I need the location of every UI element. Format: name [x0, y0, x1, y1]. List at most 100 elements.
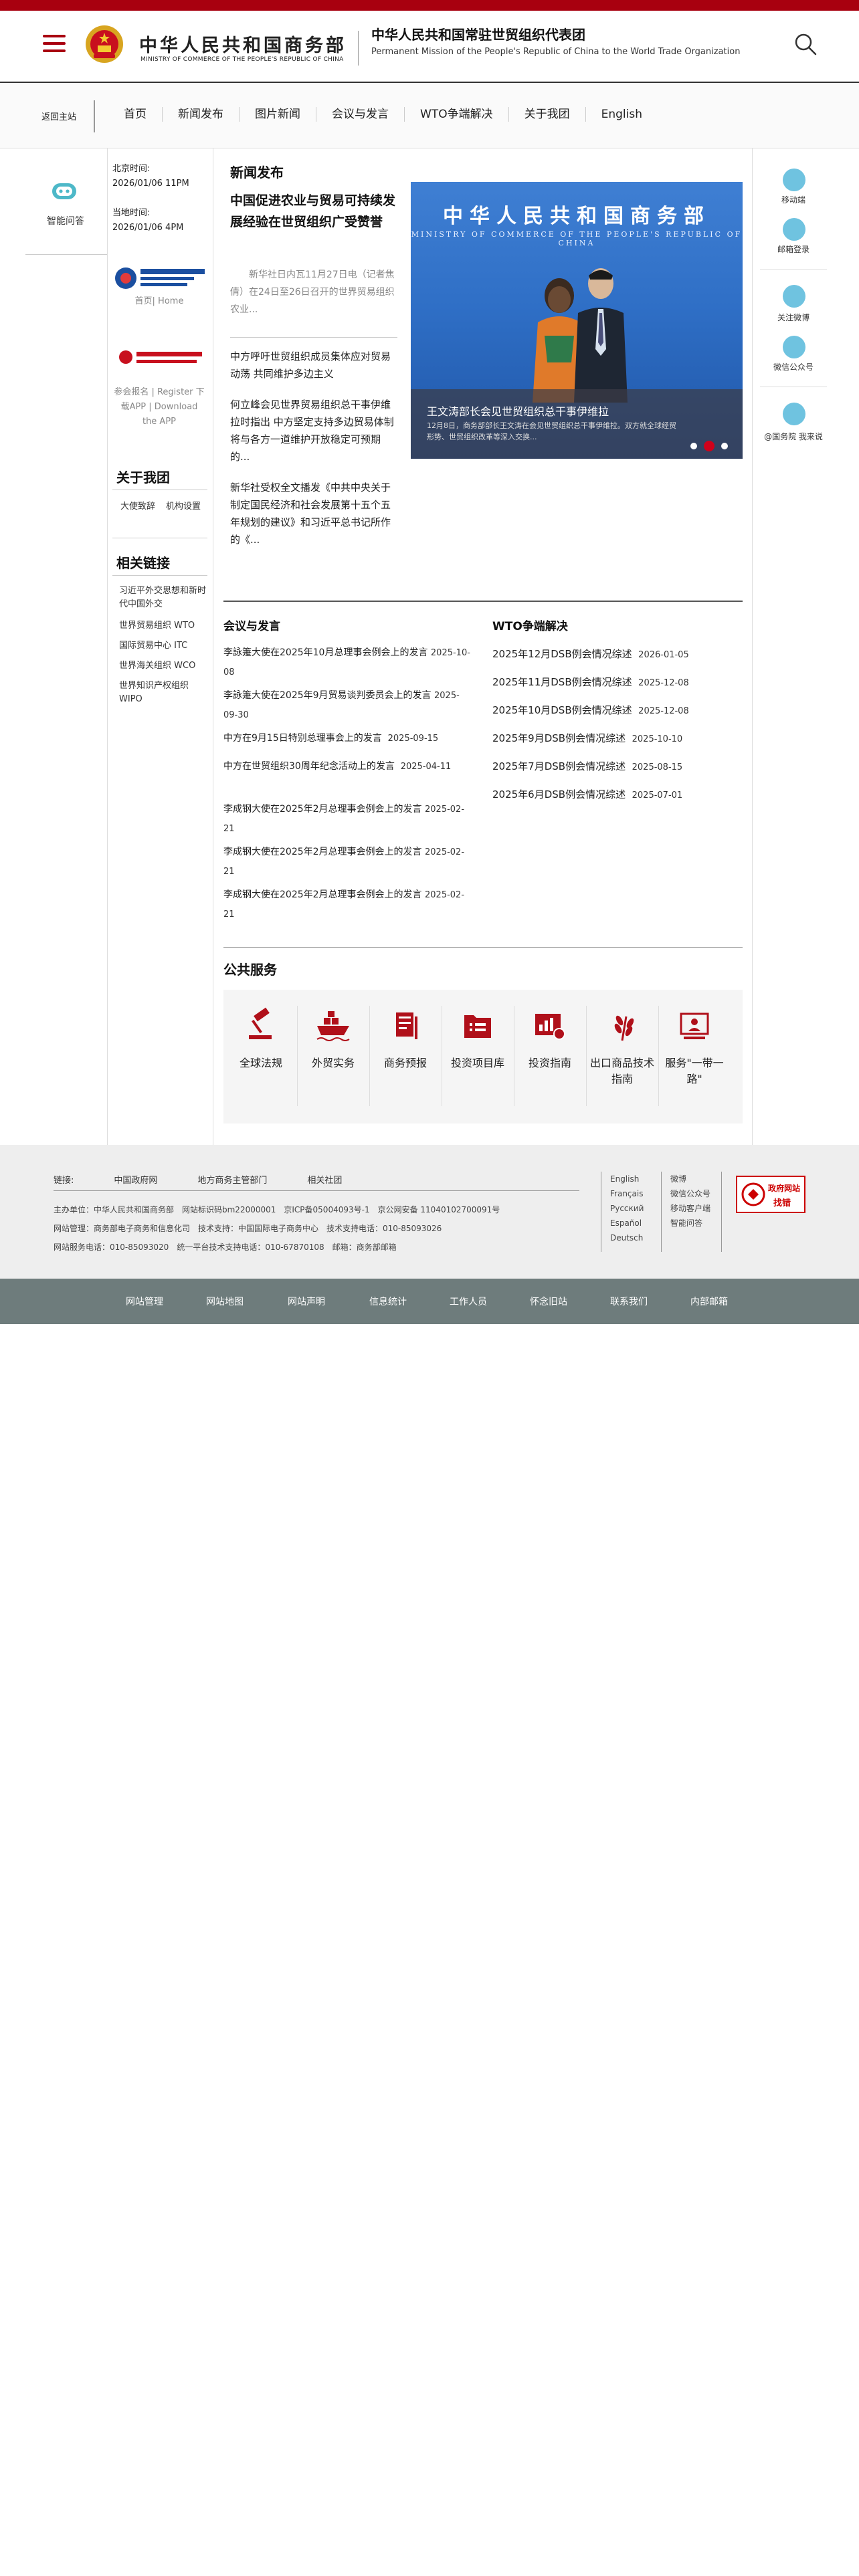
bottom-nav-item[interactable]: 怀念旧站	[530, 1295, 567, 1308]
footer-link-local[interactable]: 地方商务主管部门	[197, 1173, 267, 1186]
bottom-nav-item[interactable]: 网站管理	[126, 1295, 163, 1308]
main-nav: 返回主站 首页 新闻发布 图片新闻 会议与发言 WTO争端解决 关于我团 Eng…	[0, 84, 859, 148]
right-link-weibo[interactable]: 关注微博	[753, 312, 834, 323]
robot-chat-icon[interactable]	[50, 179, 79, 203]
bottom-nav-item[interactable]: 联系我们	[610, 1295, 648, 1308]
nav-item-home[interactable]: 首页	[108, 107, 163, 122]
about-link-speech[interactable]: 大使致辞	[120, 500, 155, 514]
wto-item[interactable]: 2025年10月DSB例会情况综述 2025-12-08	[492, 702, 743, 720]
smart-qa-label[interactable]: 智能问答	[40, 214, 91, 227]
footer-link-gov[interactable]: 中国政府网	[114, 1173, 157, 1186]
wechat-icon[interactable]	[783, 336, 805, 358]
service-business-forecast[interactable]: 商务预报	[369, 1006, 442, 1071]
bottom-nav-item[interactable]: 内部邮箱	[690, 1295, 728, 1308]
right-link-state-council[interactable]: @国务院 我来说	[753, 431, 834, 442]
wto-item[interactable]: 2025年7月DSB例会情况综述 2025-08-15	[492, 758, 743, 776]
footer-mobile-app[interactable]: 移动客户端	[670, 1201, 710, 1216]
meetings-title: 会议与发言	[223, 620, 280, 633]
lang-spanish[interactable]: Español	[610, 1216, 644, 1230]
import-expo-logo[interactable]	[114, 263, 207, 293]
service-investment-projects[interactable]: 投资项目库	[442, 1006, 514, 1071]
right-link-mail[interactable]: 邮箱登录	[753, 243, 834, 255]
bottom-nav-item[interactable]: 网站地图	[206, 1295, 244, 1308]
wto-item[interactable]: 2025年9月DSB例会情况综述 2025-10-10	[492, 730, 743, 748]
service-global-regulations[interactable]: 全球法规	[225, 1006, 297, 1071]
bottom-nav-item[interactable]: 信息统计	[369, 1295, 407, 1308]
news-item[interactable]: 中方呼吁世贸组织成员集体应对贸易动荡 共同维护多边主义	[230, 348, 397, 383]
nav-item-photo-news[interactable]: 图片新闻	[240, 107, 316, 122]
nav-item-about[interactable]: 关于我团	[509, 107, 586, 122]
footer-wechat[interactable]: 微信公众号	[670, 1186, 710, 1201]
news-item[interactable]: 何立峰会见世界贸易组织总干事伊维拉时指出 中方坚定支持多边贸易体制 将与各方一道…	[230, 396, 397, 465]
column-divider	[752, 148, 753, 1145]
wto-item[interactable]: 2025年6月DSB例会情况综述 2025-07-01	[492, 786, 743, 804]
wto-item[interactable]: 2025年11月DSB例会情况综述 2025-12-08	[492, 674, 743, 691]
site-header: 中华人民共和国商务部 MINISTRY OF COMMERCE OF THE P…	[0, 11, 859, 83]
lead-news-summary: 新华社日内瓦11月27日电（记者焦倩）在24日至26日召开的世界贸易组织农业..…	[230, 270, 395, 315]
search-icon[interactable]	[793, 32, 818, 56]
service-belt-and-road[interactable]: 服务"一带一路"	[658, 1006, 731, 1087]
lang-german[interactable]: Deutsch	[610, 1230, 644, 1245]
photo-carousel[interactable]: 中华人民共和国商务部 MINISTRY OF COMMERCE OF THE P…	[411, 182, 743, 459]
mobile-icon[interactable]	[783, 169, 805, 191]
about-title: 关于我团	[116, 469, 170, 486]
related-link[interactable]: 习近平外交思想和新时代中国外交	[119, 584, 207, 611]
nav-item-meetings[interactable]: 会议与发言	[316, 107, 405, 122]
bottom-nav-item[interactable]: 网站声明	[288, 1295, 325, 1308]
footer-host-info: 主办单位：中华人民共和国商务部 网站标识码bm22000001 京ICP备050…	[54, 1205, 500, 1214]
nav-item-news[interactable]: 新闻发布	[163, 107, 240, 122]
top-accent-bar	[0, 0, 859, 11]
lead-news-title[interactable]: 中国促进农业与贸易可持续发展经验在世贸组织广受赞誉	[230, 190, 397, 233]
service-investment-guide[interactable]: 投资指南	[514, 1006, 586, 1071]
beijing-time-value: 2026/01/06 11PM	[112, 179, 189, 189]
wto-item[interactable]: 2025年12月DSB例会情况综述 2026-01-05	[492, 646, 743, 663]
canton-fair-logo[interactable]	[116, 345, 205, 369]
nav-item-english[interactable]: English	[586, 107, 658, 122]
expo-home-link[interactable]: 首页| Home	[112, 294, 206, 309]
nav-item-wto-disputes[interactable]: WTO争端解决	[405, 107, 509, 122]
gov-site-error-report-badge[interactable]: 政府网站 找错	[736, 1176, 805, 1213]
bottom-nav-item[interactable]: 工作人员	[450, 1295, 487, 1308]
lang-english[interactable]: English	[610, 1172, 644, 1186]
service-foreign-trade[interactable]: 外贸实务	[297, 1006, 369, 1071]
carousel-dot[interactable]	[721, 443, 728, 449]
footer-link-societies[interactable]: 相关社团	[307, 1173, 342, 1186]
meeting-item[interactable]: 中方在9月15日特别总理事会上的发言 2025-09-15	[223, 729, 471, 748]
mail-icon[interactable]	[783, 218, 805, 241]
news-item[interactable]: 新华社受权全文播发《中共中央关于制定国民经济和社会发展第十五个五年规划的建议》和…	[230, 479, 397, 548]
footer-smart-qa[interactable]: 智能问答	[670, 1216, 710, 1230]
expo-register-link[interactable]: 参会报名 | Register 下载APP | Download the APP	[112, 385, 206, 429]
menu-icon[interactable]	[43, 35, 66, 53]
right-link-mobile[interactable]: 移动端	[753, 194, 834, 205]
related-link[interactable]: 世界海关组织 WCO	[119, 659, 207, 673]
carousel-dot-active[interactable]	[704, 441, 714, 451]
services-title: 公共服务	[223, 962, 277, 978]
lang-french[interactable]: Français	[610, 1186, 644, 1201]
meeting-item[interactable]: 李成钢大使在2025年2月总理事会例会上的发言 2025-02-21	[223, 885, 471, 924]
footer-links: 链接: 中国政府网 地方商务主管部门 相关社团	[54, 1173, 382, 1186]
state-council-icon[interactable]	[783, 403, 805, 425]
column-divider	[107, 148, 108, 1145]
footer-weibo[interactable]: 微博	[670, 1172, 710, 1186]
meeting-item[interactable]: 李詠箑大使在2025年9月贸易谈判委员会上的发言 2025-09-30	[223, 686, 471, 725]
related-title: 相关链接	[116, 555, 170, 571]
related-link[interactable]: 世界贸易组织 WTO	[119, 619, 207, 633]
carousel-dot[interactable]	[690, 443, 697, 449]
right-link-wechat[interactable]: 微信公众号	[753, 361, 834, 372]
weibo-icon[interactable]	[783, 285, 805, 308]
carousel-caption-title[interactable]: 王文涛部长会见世贸组织总干事伊维拉	[427, 403, 609, 419]
meeting-item[interactable]: 中方在世贸组织30周年纪念活动上的发言 2025-04-11	[223, 757, 471, 776]
service-export-tech-guide[interactable]: 出口商品技术指南	[586, 1006, 658, 1087]
nav-return-home[interactable]: 返回主站	[41, 110, 76, 122]
related-link[interactable]: 世界知识产权组织 WIPO	[119, 679, 207, 706]
meeting-item[interactable]: 李成钢大使在2025年2月总理事会例会上的发言 2025-02-21	[223, 843, 471, 881]
related-link[interactable]: 国际贸易中心 ITC	[119, 639, 207, 653]
divider	[25, 254, 107, 255]
chart-guide-icon	[535, 1014, 565, 1040]
carousel-photo	[533, 268, 628, 403]
meeting-item[interactable]: 李詠箑大使在2025年10月总理事会例会上的发言 2025-10-08	[223, 643, 471, 682]
ministry-name-en: MINISTRY OF COMMERCE OF THE PEOPLE'S REP…	[140, 56, 344, 63]
meeting-item[interactable]: 李成钢大使在2025年2月总理事会例会上的发言 2025-02-21	[223, 800, 471, 839]
about-link-structure[interactable]: 机构设置	[166, 500, 201, 514]
lang-russian[interactable]: Русский	[610, 1201, 644, 1216]
